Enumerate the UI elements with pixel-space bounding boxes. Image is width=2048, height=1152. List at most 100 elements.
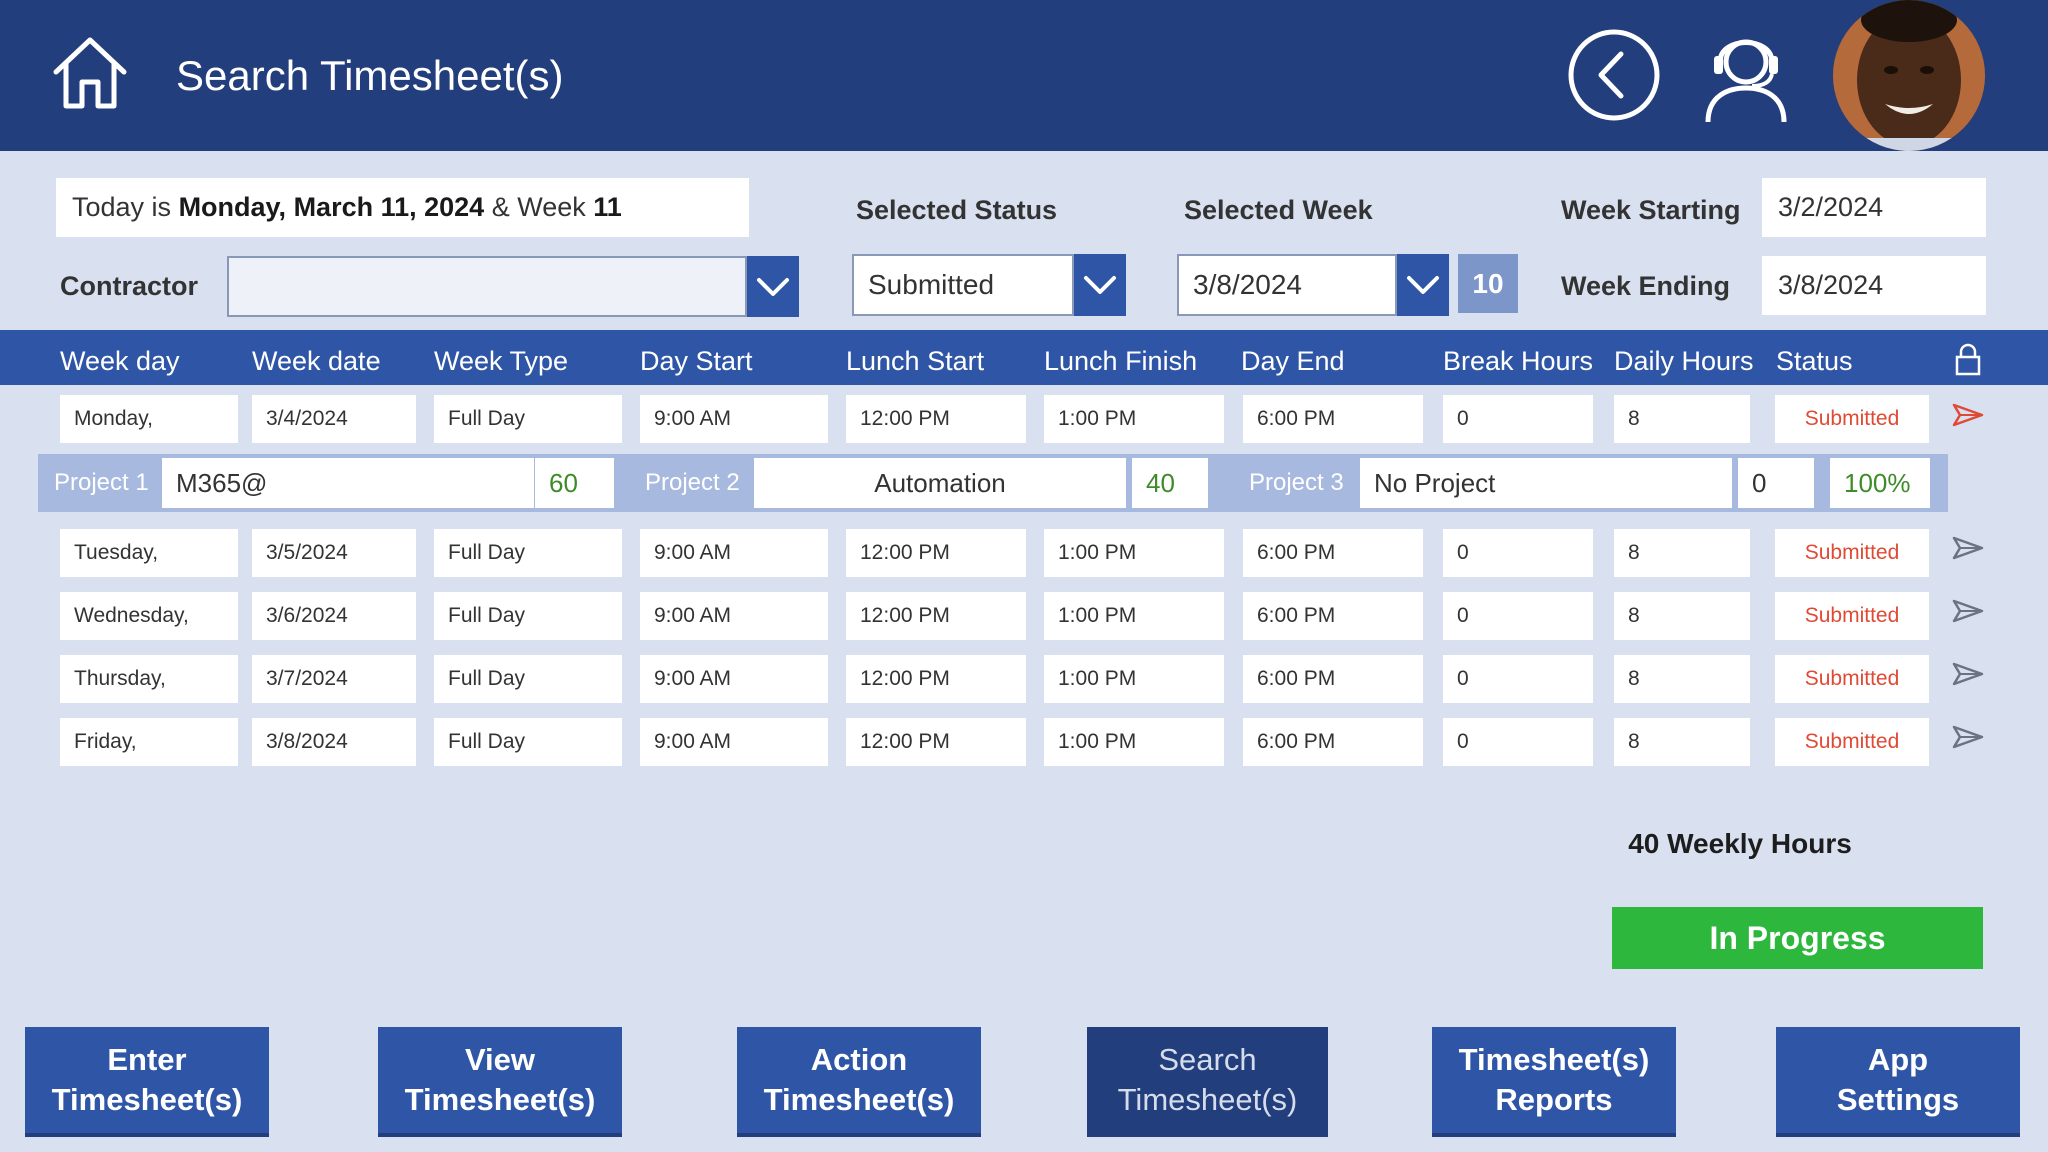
nav-label: Action Timesheet(s)	[763, 1042, 955, 1117]
nav-timesheet-reports[interactable]: Timesheet(s) Reports	[1432, 1027, 1676, 1137]
cell-daily-hours: 8	[1614, 529, 1750, 577]
cell-week-day: Tuesday,	[60, 529, 238, 577]
project1-percent-field[interactable]: 60	[534, 458, 614, 508]
cell-day-end: 6:00 PM	[1243, 592, 1423, 640]
cell-lunch-finish: 1:00 PM	[1044, 529, 1224, 577]
week-starting-label: Week Starting	[1561, 195, 1741, 225]
chevron-down-icon	[1407, 276, 1439, 294]
cell-lunch-finish: 1:00 PM	[1044, 718, 1224, 766]
chevron-down-icon	[1084, 276, 1116, 294]
today-info: Today is Monday, March 11, 2024 & Week 1…	[56, 178, 749, 237]
week-ending-label: Week Ending	[1561, 271, 1731, 301]
cell-day-start: 9:00 AM	[640, 655, 828, 703]
cell-week-type: Full Day	[434, 592, 622, 640]
cell-lunch-start: 12:00 PM	[846, 592, 1026, 640]
page-title: Search Timesheet(s)	[176, 52, 564, 99]
cell-day-start: 9:00 AM	[640, 718, 828, 766]
cell-day-end: 6:00 PM	[1243, 655, 1423, 703]
cell-status: Submitted	[1775, 718, 1929, 766]
weekly-hours-total: 40 Weekly Hours	[1628, 828, 1852, 859]
nav-label: Timesheet(s) Reports	[1458, 1042, 1650, 1117]
cell-day-end: 6:00 PM	[1243, 529, 1423, 577]
cell-lunch-finish: 1:00 PM	[1044, 655, 1224, 703]
cell-day-start: 9:00 AM	[640, 592, 828, 640]
cell-status: Submitted	[1775, 395, 1929, 443]
col-header-status: Status	[1776, 346, 1853, 376]
col-header-day-end: Day End	[1241, 346, 1345, 376]
nav-label: Enter Timesheet(s)	[51, 1042, 243, 1117]
status-dropdown-button[interactable]	[1074, 254, 1126, 316]
send-icon[interactable]	[1952, 535, 1984, 561]
contractor-label: Contractor	[60, 271, 199, 301]
project-total-percent: 100%	[1830, 458, 1930, 508]
cell-daily-hours: 8	[1614, 592, 1750, 640]
cell-week-date: 3/8/2024	[252, 718, 416, 766]
week-starting-value: 3/2/2024	[1762, 178, 1986, 237]
contractor-input[interactable]	[227, 256, 747, 317]
col-header-week-type: Week Type	[434, 346, 569, 376]
week-ending-value: 3/8/2024	[1762, 256, 1986, 315]
cell-break-hours: 0	[1443, 395, 1593, 443]
project1-name-field[interactable]: M365@	[162, 458, 534, 508]
nav-label: App Settings	[1836, 1042, 1960, 1117]
col-header-daily-hours: Daily Hours	[1614, 346, 1754, 376]
cell-day-start: 9:00 AM	[640, 529, 828, 577]
cell-daily-hours: 8	[1614, 718, 1750, 766]
status-select-value: Submitted	[868, 269, 995, 300]
cell-week-type: Full Day	[434, 395, 622, 443]
nav-action-timesheets[interactable]: Action Timesheet(s)	[737, 1027, 981, 1137]
week-dropdown-button[interactable]	[1397, 254, 1449, 316]
send-icon[interactable]	[1952, 724, 1984, 750]
nav-view-timesheets[interactable]: View Timesheet(s)	[378, 1027, 622, 1137]
back-circle-icon[interactable]	[1565, 26, 1663, 124]
send-icon[interactable]	[1952, 661, 1984, 687]
cell-week-type: Full Day	[434, 655, 622, 703]
week-select-value: 3/8/2024	[1193, 269, 1302, 300]
project3-percent-field[interactable]: 0	[1738, 458, 1814, 508]
avatar[interactable]	[1833, 0, 1985, 151]
selected-status-label: Selected Status	[856, 195, 1058, 225]
status-select[interactable]: Submitted	[852, 254, 1074, 316]
nav-label: View Timesheet(s)	[404, 1042, 596, 1117]
home-icon[interactable]	[48, 30, 132, 114]
project2-percent-field[interactable]: 40	[1132, 458, 1208, 508]
cell-break-hours: 0	[1443, 592, 1593, 640]
cell-day-end: 6:00 PM	[1243, 395, 1423, 443]
cell-week-date: 3/7/2024	[252, 655, 416, 703]
cell-status: Submitted	[1775, 529, 1929, 577]
send-icon[interactable]	[1952, 402, 1984, 428]
cell-lunch-finish: 1:00 PM	[1044, 395, 1224, 443]
in-progress-button[interactable]: In Progress	[1612, 907, 1983, 969]
cell-break-hours: 0	[1443, 718, 1593, 766]
cell-lunch-start: 12:00 PM	[846, 718, 1026, 766]
cell-break-hours: 0	[1443, 529, 1593, 577]
lock-icon[interactable]	[1954, 342, 1982, 376]
col-header-lunch-start: Lunch Start	[846, 346, 985, 376]
today-mid: & Week	[484, 192, 594, 222]
col-header-week-day: Week day	[60, 346, 180, 376]
chevron-down-icon	[757, 277, 789, 296]
cell-week-date: 3/6/2024	[252, 592, 416, 640]
nav-app-settings[interactable]: App Settings	[1776, 1027, 2020, 1137]
cell-status: Submitted	[1775, 655, 1929, 703]
project2-label: Project 2	[645, 469, 740, 496]
cell-daily-hours: 8	[1614, 395, 1750, 443]
week-select[interactable]: 3/8/2024	[1177, 254, 1397, 316]
nav-enter-timesheets[interactable]: Enter Timesheet(s)	[25, 1027, 269, 1137]
send-icon[interactable]	[1952, 598, 1984, 624]
contractor-dropdown-button[interactable]	[747, 256, 799, 317]
cell-week-day: Wednesday,	[60, 592, 238, 640]
cell-week-day: Monday,	[60, 395, 238, 443]
week-number-badge: 10	[1458, 254, 1518, 313]
cell-day-start: 9:00 AM	[640, 395, 828, 443]
cell-week-type: Full Day	[434, 529, 622, 577]
col-header-lunch-finish: Lunch Finish	[1044, 346, 1198, 376]
project3-name-field[interactable]: No Project	[1360, 458, 1732, 508]
project3-label: Project 3	[1249, 469, 1344, 496]
nav-search-timesheets[interactable]: Search Timesheet(s)	[1087, 1027, 1328, 1137]
cell-week-day: Friday,	[60, 718, 238, 766]
project2-name-field[interactable]: Automation	[754, 458, 1126, 508]
support-agent-icon[interactable]	[1698, 22, 1794, 126]
today-week: 11	[593, 192, 622, 222]
cell-break-hours: 0	[1443, 655, 1593, 703]
